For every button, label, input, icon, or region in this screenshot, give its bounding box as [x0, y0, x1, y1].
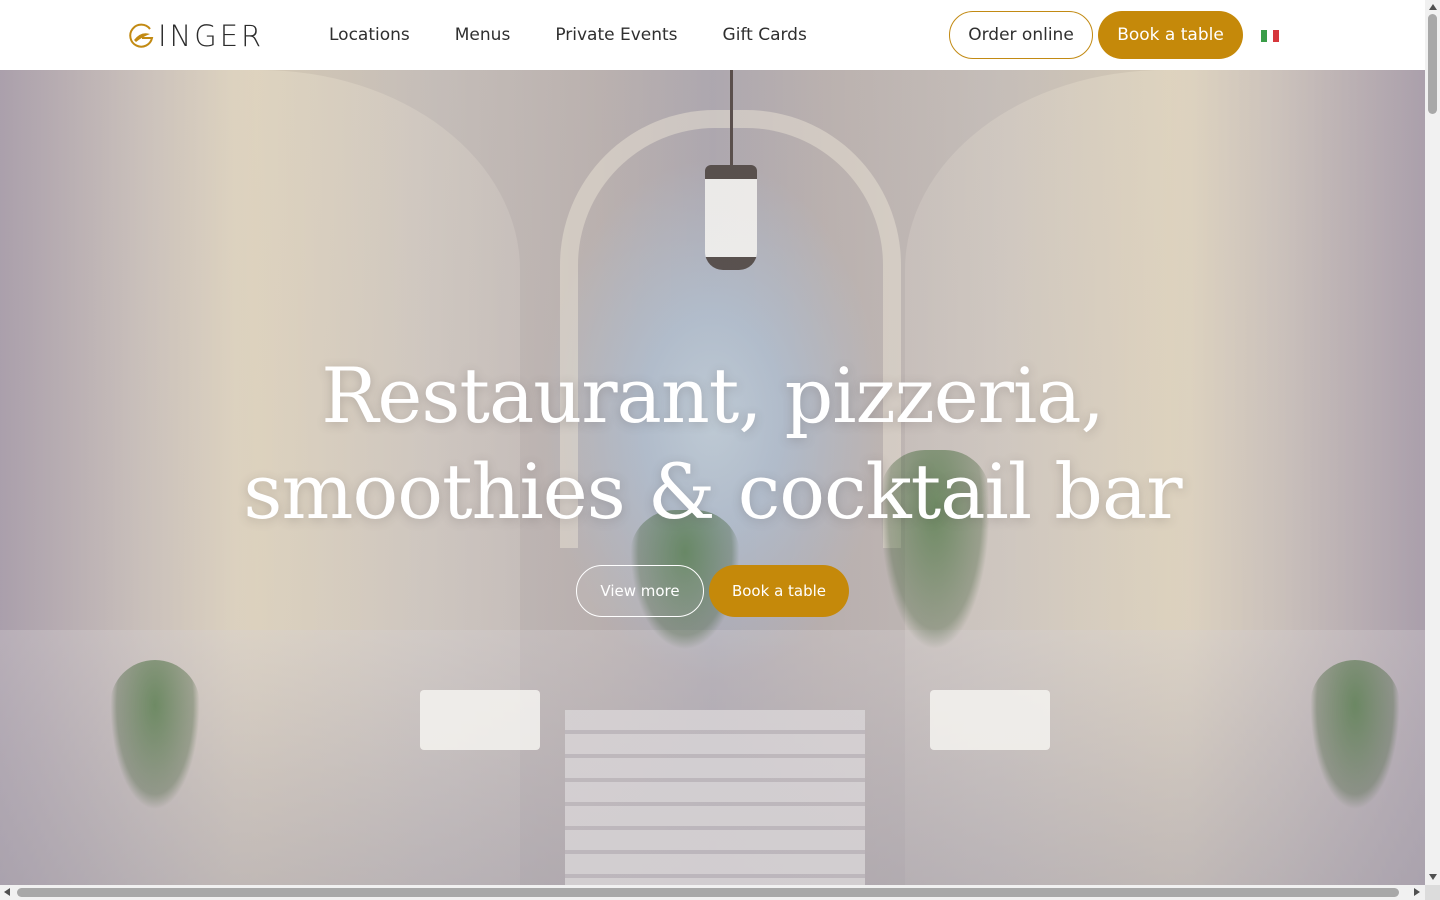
scrollbar-corner	[1425, 885, 1440, 900]
main-nav: Locations Menus Private Events Gift Card…	[329, 24, 852, 46]
hero-heading-line1: Restaurant, pizzeria,	[321, 351, 1105, 440]
nav-locations[interactable]: Locations	[329, 24, 410, 46]
horizontal-scroll-thumb[interactable]	[17, 888, 1399, 897]
hero-stairs	[565, 710, 865, 885]
ginger-logo-icon	[129, 23, 154, 48]
hero-section: Restaurant, pizzeria, smoothies & cockta…	[0, 70, 1425, 885]
flag-stripe-red	[1273, 30, 1279, 42]
nav-menus[interactable]: Menus	[455, 24, 511, 46]
italy-flag-icon[interactable]	[1261, 30, 1279, 42]
scroll-down-arrow-icon[interactable]	[1429, 874, 1437, 880]
vertical-scroll-thumb[interactable]	[1428, 14, 1437, 114]
hero-heading: Restaurant, pizzeria, smoothies & cockta…	[0, 348, 1425, 540]
book-table-header-button[interactable]: Book a table	[1098, 11, 1243, 59]
site-header: INGER Locations Menus Private Events Gif…	[0, 0, 1425, 70]
hero-table-left	[420, 690, 540, 750]
scroll-up-arrow-icon[interactable]	[1429, 4, 1437, 10]
hero-heading-line2: smoothies & cocktail bar	[243, 447, 1182, 536]
horizontal-scrollbar[interactable]	[0, 885, 1425, 900]
ginger-logo[interactable]: INGER	[126, 18, 264, 54]
book-table-hero-button[interactable]: Book a table	[709, 565, 849, 617]
order-online-button[interactable]: Order online	[949, 11, 1093, 59]
pineapple-left	[110, 660, 200, 810]
scroll-right-arrow-icon[interactable]	[1414, 888, 1420, 896]
logo-wordmark: INGER	[158, 19, 265, 53]
hanging-lantern	[705, 165, 757, 270]
lantern-chain	[730, 70, 733, 165]
nav-private-events[interactable]: Private Events	[555, 24, 677, 46]
pineapple-right	[1310, 660, 1400, 810]
nav-gift-cards[interactable]: Gift Cards	[723, 24, 807, 46]
vertical-scrollbar[interactable]	[1425, 0, 1440, 885]
view-more-button[interactable]: View more	[576, 565, 704, 617]
hero-table-right	[930, 690, 1050, 750]
scroll-left-arrow-icon[interactable]	[4, 888, 10, 896]
